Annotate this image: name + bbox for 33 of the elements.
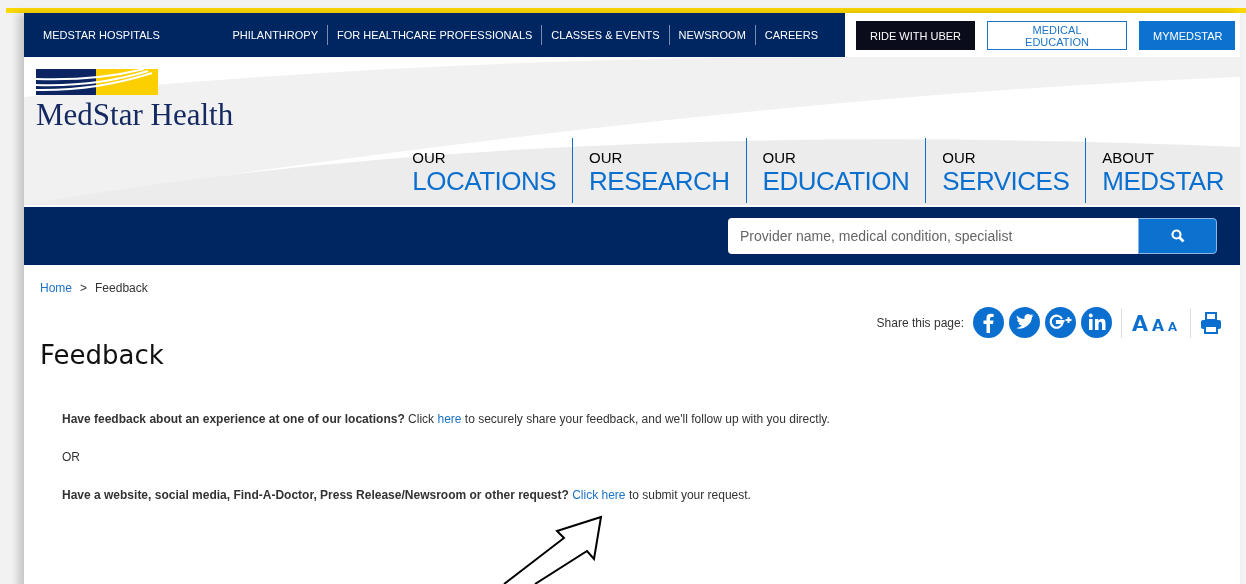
- feedback-paragraph: Have a website, social media, Find-A-Doctor, Press Release/Newsroom or other request? Click here to submit your request.: [62, 488, 752, 502]
- feedback-link[interactable]: here: [437, 412, 462, 426]
- facebook-icon[interactable]: [973, 307, 1004, 338]
- top-nav-link[interactable]: CAREERS: [754, 25, 827, 45]
- breadcrumb-home-link[interactable]: Home: [40, 281, 72, 295]
- main-nav-item[interactable]: OUR EDUCATION: [745, 138, 926, 203]
- header-button[interactable]: MEDICAL EDUCATION: [987, 21, 1128, 50]
- top-nav-link[interactable]: PHILANTHROPY: [223, 25, 327, 45]
- header-button[interactable]: MYMEDSTAR: [1139, 21, 1236, 50]
- main-nav-item[interactable]: OUR RESEARCH: [572, 138, 746, 203]
- search-icon: [1170, 229, 1185, 243]
- breadcrumb-current: Feedback: [95, 281, 148, 295]
- top-nav-link[interactable]: NEWSROOM: [668, 25, 755, 45]
- top-nav-link[interactable]: CLASSES & EVENTS: [541, 25, 669, 45]
- breadcrumb-separator: >: [80, 281, 88, 295]
- logo-text[interactable]: MedStar Health: [36, 99, 234, 131]
- twitter-icon[interactable]: [1009, 307, 1040, 338]
- share-label: Share this page:: [876, 315, 964, 330]
- main-nav-item[interactable]: OUR LOCATIONS: [396, 138, 573, 203]
- top-nav-link[interactable]: FOR HEALTHCARE PROFESSIONALS: [326, 25, 542, 45]
- feedback-link[interactable]: Click here: [572, 488, 626, 502]
- print-icon[interactable]: [1200, 311, 1222, 334]
- main-nav-item[interactable]: OUR SERVICES: [925, 138, 1086, 203]
- hospitals-link[interactable]: MEDSTAR HOSPITALS: [34, 25, 169, 45]
- page-title: Feedback: [40, 340, 165, 370]
- google-plus-icon[interactable]: [1045, 307, 1076, 338]
- separator-text: OR: [62, 450, 81, 464]
- linkedin-icon[interactable]: [1081, 307, 1112, 338]
- feedback-paragraph: Have feedback about an experience at one of our locations? Click here to securely share your feedback, and we'll follow up with you directly.: [62, 412, 831, 426]
- logo-mark-icon: [36, 69, 158, 95]
- search-field[interactable]: Provider name, medical condition, specialist: [728, 218, 1138, 254]
- header-button[interactable]: RIDE WITH UBER: [856, 21, 976, 50]
- main-nav-item[interactable]: ABOUT MEDSTAR: [1085, 138, 1240, 203]
